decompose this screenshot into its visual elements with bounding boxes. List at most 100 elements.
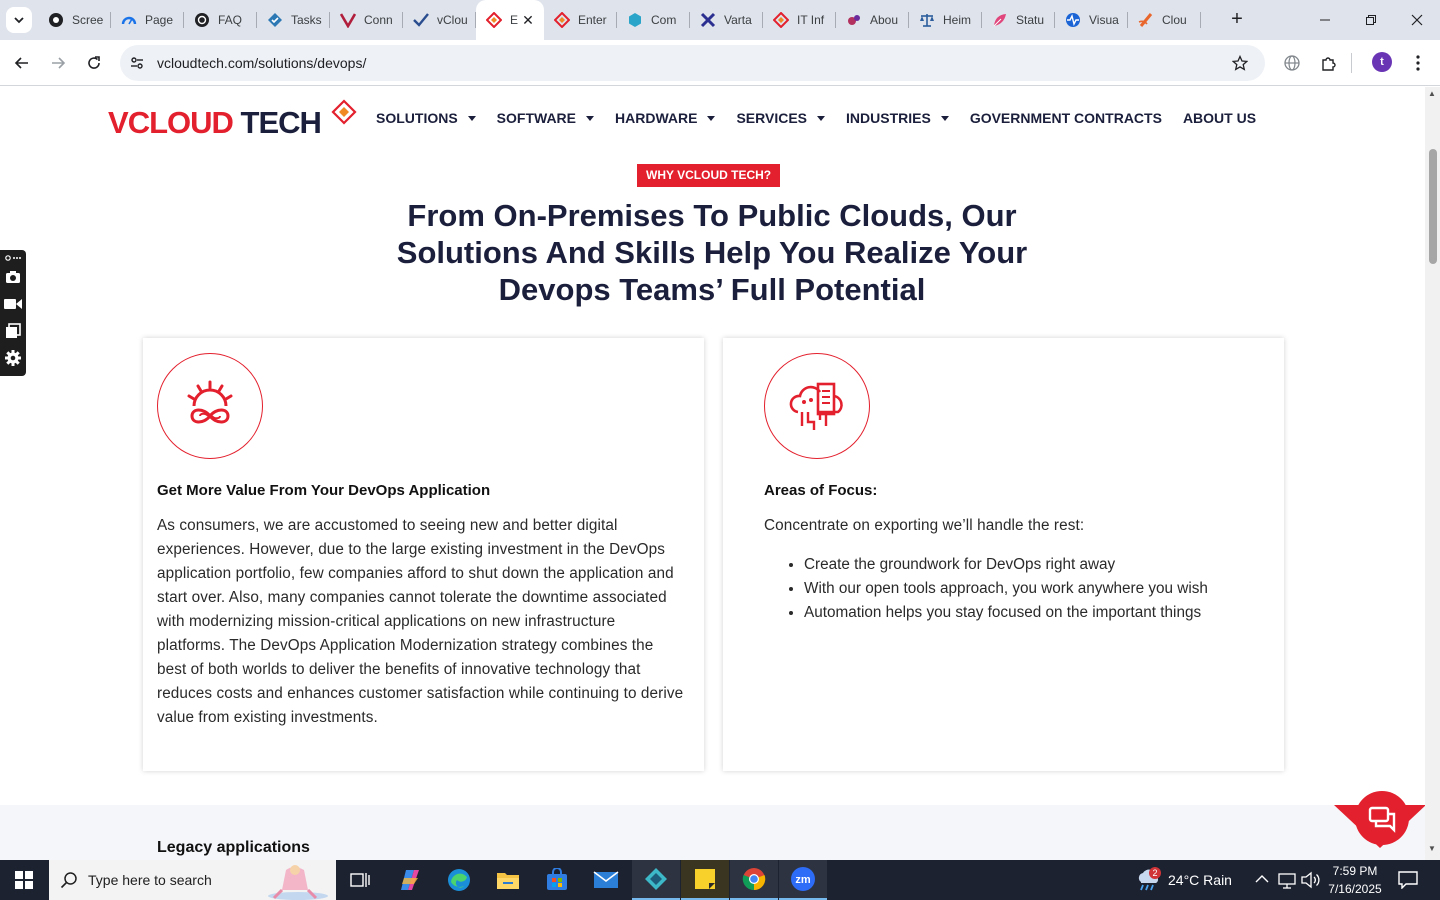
nav-item-hardware[interactable]: HARDWARE [615,110,716,126]
logo-word-cloud: CLOUD [127,105,241,140]
scroll-up-arrow[interactable]: ▲ [1428,89,1436,98]
nav-item-government-contracts[interactable]: GOVERNMENT CONTRACTS [970,110,1162,126]
clock-date: 7/16/2025 [1328,882,1382,896]
tab-title: vClou [437,13,468,27]
browser-tab[interactable]: Tasks [257,0,330,40]
browser-tab[interactable]: Heim [909,0,982,40]
more-options-icon[interactable] [4,252,22,264]
browser-tab[interactable]: Conn [330,0,403,40]
tab-title: Com [651,13,677,27]
nav-item-industries[interactable]: INDUSTRIES [846,110,949,126]
notifications-icon[interactable] [1398,871,1418,889]
start-button[interactable] [0,860,48,900]
focus-bullet-list: Create the groundwork for DevOps right a… [804,553,1208,625]
devops-value-card: Get More Value From Your DevOps Applicat… [143,338,704,771]
browser-tab[interactable]: Enter [544,0,617,40]
scrollbar-thumb[interactable] [1429,149,1437,264]
close-window-button[interactable] [1394,0,1440,40]
chat-widget-button[interactable] [1334,790,1425,860]
logo-letter-v: V [108,105,129,140]
copilot-icon [401,870,419,890]
gear-infinity-icon [187,380,233,424]
reload-button[interactable] [80,49,108,77]
close-tab-icon[interactable]: ✕ [520,12,536,28]
arrow-left-icon [14,57,28,69]
areas-of-focus-card: Areas of Focus: Concentrate on exporting… [723,338,1284,771]
taskbar-search-box[interactable]: Type here to search [49,860,336,900]
url-text[interactable]: vcloudtech.com/solutions/devops/ [157,55,366,71]
video-camera-icon[interactable] [4,295,22,313]
tab-title: Clou [1162,13,1187,27]
minimize-button[interactable] [1302,0,1348,40]
taskbar-copilot[interactable] [386,860,434,900]
browser-tab[interactable]: IT Inf [763,0,836,40]
network-icon[interactable] [1278,871,1296,889]
scroll-down-arrow[interactable]: ▼ [1428,844,1436,853]
address-bar[interactable]: vcloudtech.com/solutions/devops/ [120,45,1265,81]
back-button[interactable] [8,49,36,77]
nav-item-about-us[interactable]: ABOUT US [1183,110,1256,126]
gear-icon[interactable] [4,349,22,367]
forward-button[interactable] [44,49,72,77]
site-info-icon[interactable] [129,55,145,71]
browser-tab[interactable]: vClou [403,0,476,40]
translate-button[interactable] [1280,51,1304,75]
tab-list: Scree Page FAQ Tasks Conn vClou E ✕ Enter Com Vart… [38,0,1201,40]
browser-tab[interactable]: Page [111,0,184,40]
taskbar-store[interactable] [533,860,581,900]
browser-tab[interactable]: Statu [982,0,1055,40]
browser-tab[interactable]: Com [617,0,690,40]
caret-down-icon [817,115,826,121]
browser-tab[interactable]: Visua [1055,0,1128,40]
clock-time: 7:59 PM [1332,864,1378,878]
taskbar-mail[interactable] [582,860,630,900]
browser-tab[interactable]: E ✕ [476,0,544,40]
tab-title: FAQ [218,13,243,27]
camera-icon[interactable] [4,268,22,286]
browser-tab[interactable]: Clou [1128,0,1201,40]
restore-button[interactable] [1348,0,1394,40]
taskbar-file-explorer[interactable] [484,860,532,900]
tab-search-button[interactable] [6,7,32,33]
camera-lens-icon [48,12,64,28]
browser-tab[interactable]: Abou [836,0,909,40]
nav-item-solutions[interactable]: SOLUTIONS [376,110,476,126]
openai-icon [194,12,210,28]
taskbar-edge[interactable] [435,860,483,900]
check-logo-icon [413,12,429,28]
x-logo-icon [700,12,716,28]
capture-toolbar-widget [0,250,26,376]
browser-tab[interactable]: Varta [690,0,763,40]
system-clock[interactable]: 7:59 PM 7/16/2025 [1318,862,1392,898]
page-scrollbar[interactable]: ▲ ▼ [1425,87,1440,860]
window-capture-icon[interactable] [4,322,22,340]
tab-title: Varta [724,13,752,27]
profile-avatar[interactable]: t [1372,52,1392,72]
browser-tab[interactable]: Scree [38,0,111,40]
browser-menu-button[interactable] [1406,51,1430,75]
card-title: Areas of Focus: [764,482,878,499]
chevron-up-icon[interactable] [1255,874,1269,884]
leaf-logo-icon [992,12,1008,28]
tab-title: IT Inf [797,13,825,27]
taskbar-chrome[interactable] [730,860,778,900]
new-tab-button[interactable]: + [1225,8,1249,32]
browser-tab[interactable]: FAQ [184,0,257,40]
site-logo[interactable]: VCLOUD TECH [108,99,358,145]
sticky-note-icon [695,869,715,889]
zoom-app-icon: zm [791,867,815,891]
nav-item-services[interactable]: SERVICES [736,110,826,126]
extensions-button[interactable] [1317,51,1341,75]
bookmark-star-icon[interactable] [1232,55,1248,71]
weather-text[interactable]: 24°C Rain [1168,872,1232,888]
toolbar-divider [1351,53,1352,73]
task-view-button[interactable] [336,860,384,900]
puzzle-icon [1322,57,1336,71]
taskbar-zoom[interactable]: zm [779,860,827,900]
section-heading: Legacy applications [157,839,310,856]
nav-item-software[interactable]: SOFTWARE [497,110,595,126]
pulse-icon [1065,12,1081,28]
weather-alert-badge: 2 [1149,867,1161,879]
taskbar-app-diamond[interactable] [632,860,680,900]
taskbar-sticky-notes[interactable] [681,860,729,900]
